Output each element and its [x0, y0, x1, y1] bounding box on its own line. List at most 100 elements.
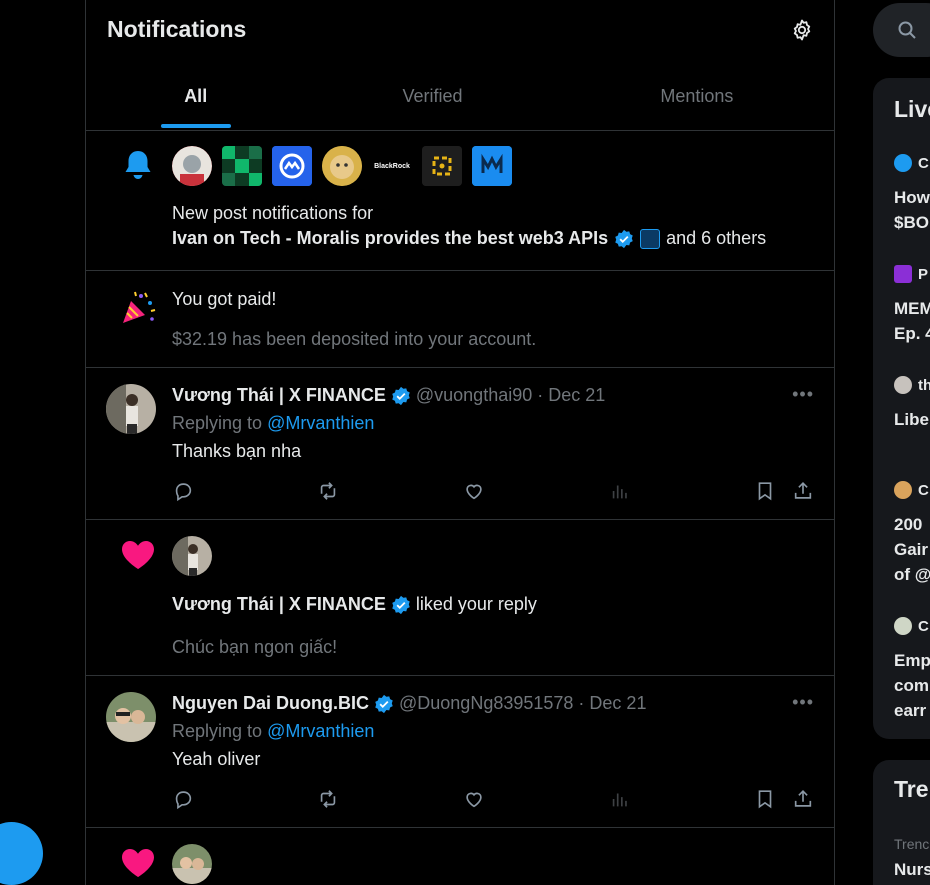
live-item-text[interactable]: How — [894, 185, 930, 210]
avatar[interactable] — [106, 384, 156, 434]
search-box[interactable] — [873, 3, 930, 57]
source-logo-icon — [894, 376, 912, 394]
avatar[interactable] — [172, 844, 212, 884]
author-handle[interactable]: @DuongNg83951578 — [399, 693, 573, 714]
notifications-column: Notifications All Verified Mentions Blac… — [85, 0, 835, 885]
post-notification-item[interactable]: BlackRock New post notifications for Iva… — [86, 131, 834, 271]
verified-badge-icon — [392, 386, 410, 405]
heart-icon — [122, 849, 154, 877]
like-icon[interactable] — [463, 788, 485, 810]
live-item-text[interactable]: com — [894, 673, 929, 698]
live-item-text[interactable]: earr — [894, 698, 926, 723]
avatar[interactable] — [322, 146, 362, 186]
live-item-source[interactable]: C — [894, 617, 929, 635]
source-logo-icon — [894, 265, 912, 283]
source-name: th — [918, 376, 930, 394]
live-item-text[interactable]: 200 — [894, 512, 922, 537]
trend-context: Trenc — [894, 836, 930, 852]
bell-icon — [125, 151, 151, 179]
author-name[interactable]: Nguyen Dai Duong.BIC — [172, 693, 369, 714]
verified-badge-icon — [615, 229, 633, 248]
author-handle[interactable]: @vuongthai90 — [416, 385, 532, 406]
compose-button[interactable] — [0, 822, 43, 885]
meta-separator: · — [578, 693, 585, 713]
payment-detail: $32.19 has been deposited into your acco… — [172, 329, 537, 349]
avatar[interactable] — [272, 146, 312, 186]
live-item-text[interactable]: Gair — [894, 537, 928, 562]
like-icon[interactable] — [463, 480, 485, 502]
source-name: C — [918, 481, 929, 499]
liked-reply-text: Chúc bạn ngon giấc! — [172, 637, 338, 657]
replying-to: Replying to @Mrvanthien — [172, 721, 374, 742]
share-icon[interactable] — [792, 480, 814, 502]
tab-mentions[interactable]: Mentions — [560, 62, 834, 130]
more-options-icon[interactable]: ••• — [792, 384, 814, 405]
avatar[interactable] — [106, 692, 156, 742]
tweet-date[interactable]: Dec 21 — [589, 693, 646, 714]
meta-separator: · — [537, 385, 544, 405]
avatar[interactable] — [172, 146, 212, 186]
like-notification-item[interactable] — [86, 828, 834, 885]
search-icon — [898, 21, 916, 39]
post-notification-text: New post notifications for — [172, 203, 374, 223]
repost-icon[interactable] — [317, 788, 339, 810]
reply-tweet[interactable]: Vương Thái | X FINANCE @vuongthai90 · De… — [86, 368, 834, 520]
bookmark-icon[interactable] — [754, 480, 776, 502]
replying-to-link[interactable]: @Mrvanthien — [267, 721, 374, 741]
live-item-text[interactable]: Libe — [894, 407, 929, 432]
payment-notification-item[interactable]: You got paid! $32.19 has been deposited … — [86, 271, 834, 368]
live-item-text[interactable]: of @ — [894, 562, 930, 587]
tab-all-label: All — [184, 85, 208, 106]
live-item-text[interactable]: Ep. 4 — [894, 321, 930, 346]
live-item-source[interactable]: C — [894, 481, 929, 499]
live-item-source[interactable]: th — [894, 376, 930, 394]
notifications-header: Notifications — [86, 0, 834, 62]
live-item-text[interactable]: Emp — [894, 648, 930, 673]
verified-badge-icon — [375, 694, 393, 713]
like-action: liked your reply — [415, 594, 537, 614]
repost-icon[interactable] — [317, 480, 339, 502]
bookmark-icon[interactable] — [754, 788, 776, 810]
settings-gear-icon[interactable] — [790, 18, 814, 42]
source-logo-icon — [894, 481, 912, 499]
live-item-source[interactable]: C — [894, 154, 929, 172]
live-panel: Live C How $BO P MEM Ep. 4 th Libe C 200… — [873, 78, 930, 739]
reply-tweet[interactable]: Nguyen Dai Duong.BIC @DuongNg83951578 · … — [86, 676, 834, 828]
avatar[interactable] — [472, 146, 512, 186]
tab-verified-label: Verified — [402, 85, 463, 106]
source-name: C — [918, 617, 929, 635]
replying-to-link[interactable]: @Mrvanthien — [267, 413, 374, 433]
trend-name[interactable]: Nurs — [894, 857, 930, 882]
replying-to: Replying to @Mrvanthien — [172, 413, 374, 434]
live-item-text[interactable]: $BO — [894, 210, 929, 235]
avatar[interactable] — [172, 536, 212, 576]
others-count: and 6 others — [666, 228, 767, 248]
like-notification-item[interactable]: Vương Thái | X FINANCE liked your reply … — [86, 520, 834, 676]
trends-panel: Tre Trenc Nurs — [873, 760, 930, 885]
reply-icon[interactable] — [172, 788, 194, 810]
avatar[interactable] — [422, 146, 462, 186]
views-icon[interactable] — [609, 788, 631, 810]
tab-all[interactable]: All — [86, 62, 305, 130]
live-item-text[interactable]: MEM — [894, 296, 930, 321]
payment-title: You got paid! — [172, 289, 277, 309]
more-options-icon[interactable]: ••• — [792, 692, 814, 713]
active-tab-indicator — [160, 124, 231, 128]
post-notification-accounts: Ivan on Tech - Moralis provides the best… — [172, 228, 766, 249]
party-popper-icon — [123, 291, 156, 323]
tab-verified[interactable]: Verified — [305, 62, 559, 130]
tweet-date[interactable]: Dec 21 — [548, 385, 605, 406]
views-icon[interactable] — [609, 480, 631, 502]
share-icon[interactable] — [792, 788, 814, 810]
reply-icon[interactable] — [172, 480, 194, 502]
followed-accounts-avatars: BlackRock — [172, 146, 512, 186]
author-name[interactable]: Vương Thái | X FINANCE — [172, 385, 386, 406]
tweet-actions — [172, 788, 816, 810]
party-icon-wrap — [106, 289, 170, 327]
liker-name[interactable]: Vương Thái | X FINANCE — [172, 594, 386, 615]
account-name[interactable]: Ivan on Tech - Moralis provides the best… — [172, 228, 608, 249]
live-item-source[interactable]: P — [894, 265, 928, 283]
page-title: Notifications — [107, 16, 247, 42]
avatar[interactable]: BlackRock — [372, 146, 412, 186]
avatar[interactable] — [222, 146, 262, 186]
